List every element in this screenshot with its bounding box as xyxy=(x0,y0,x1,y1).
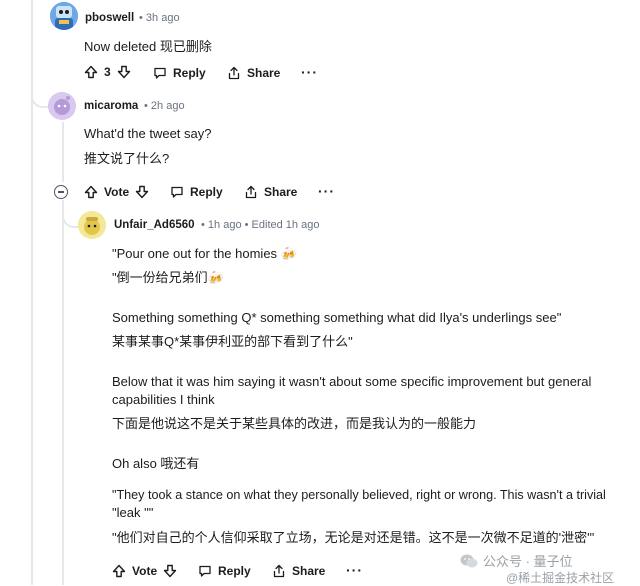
more-options-button[interactable]: ··· xyxy=(346,562,363,578)
juejin-watermark: @稀土掘金技术社区 xyxy=(506,571,615,585)
avatar[interactable] xyxy=(48,92,76,120)
comment-body-line: 推文说了什么? xyxy=(84,151,170,166)
share-label: Share xyxy=(247,66,281,80)
timestamp-text: 1h ago xyxy=(207,219,242,231)
wechat-watermark: 公众号 · 量子位 xyxy=(460,551,573,570)
thread-line-micaroma-lower xyxy=(62,200,64,585)
reply-label: Reply xyxy=(218,564,251,578)
vote-count: 3 xyxy=(104,65,111,79)
reply-button[interactable]: Reply xyxy=(153,66,206,80)
share-icon xyxy=(227,66,241,80)
upvote-icon[interactable] xyxy=(112,564,126,578)
share-icon xyxy=(272,564,286,578)
reply-label: Reply xyxy=(173,66,206,80)
share-button[interactable]: Share xyxy=(272,564,325,578)
share-label: Share xyxy=(292,564,326,578)
share-button[interactable]: Share xyxy=(227,66,280,80)
timestamp-text: 3h ago xyxy=(145,12,180,24)
collapse-thread-button[interactable] xyxy=(54,185,68,199)
comment-bubble-icon xyxy=(153,66,167,80)
vote-label: Vote xyxy=(132,564,158,578)
username[interactable]: micaroma xyxy=(84,100,138,112)
timestamp: • 3h ago xyxy=(139,12,180,24)
avatar[interactable] xyxy=(50,2,78,30)
vote-control: 3 xyxy=(84,65,131,79)
comment-body-line: "倒一份给兄弟们🍻 xyxy=(112,270,224,285)
comment-body-line: capabilities I think xyxy=(112,392,215,407)
vote-label: Vote xyxy=(104,185,130,199)
comment-body-line: Below that it was him saying it wasn't a… xyxy=(112,374,592,389)
edited-text: Edited 1h ago xyxy=(251,219,320,231)
share-button[interactable]: Share xyxy=(244,185,297,199)
share-icon xyxy=(244,185,258,199)
thread-line-micaroma xyxy=(62,122,64,182)
comment-body-line: "leak "" xyxy=(112,505,154,520)
vote-control: Vote xyxy=(84,185,149,199)
comment-body-line: Oh also 哦还有 xyxy=(112,456,200,471)
snoo-avatar-icon xyxy=(48,92,76,120)
downvote-icon[interactable] xyxy=(135,185,149,199)
comment-bubble-icon xyxy=(198,564,212,578)
upvote-icon[interactable] xyxy=(84,65,98,79)
vote-control: Vote xyxy=(112,564,177,578)
upvote-icon[interactable] xyxy=(84,185,98,199)
comment-body-line: What'd the tweet say? xyxy=(84,126,212,141)
username[interactable]: Unfair_Ad6560 xyxy=(114,219,195,231)
comment-body-line: 某事某事Q*某事伊利亚的部下看到了什么" xyxy=(112,334,353,349)
comment-body-line: Something something Q* something somethi… xyxy=(112,310,562,325)
timestamp: • 2h ago xyxy=(144,100,185,112)
avatar[interactable] xyxy=(78,211,106,239)
reply-label: Reply xyxy=(190,185,223,199)
reply-button[interactable]: Reply xyxy=(170,185,223,199)
username[interactable]: pboswell xyxy=(85,12,134,24)
comment-body-line: "Pour one out for the homies 🍻 xyxy=(112,246,297,261)
reply-button[interactable]: Reply xyxy=(198,564,251,578)
timestamp-text: 2h ago xyxy=(150,100,185,112)
comment-body-line: "They took a stance on what they persona… xyxy=(112,488,606,502)
downvote-icon[interactable] xyxy=(117,65,131,79)
more-options-button[interactable]: ··· xyxy=(318,183,335,199)
share-label: Share xyxy=(264,185,298,199)
comment-body: Now deleted 现已删除 xyxy=(84,39,212,54)
comment-body-line: "他们对自己的个人信仰采取了立场，无论是对还是错。这不是一次微不足道的'泄密'" xyxy=(112,530,595,545)
watermark-text: 公众号 · 量子位 xyxy=(483,554,573,569)
snoo-avatar-icon xyxy=(50,2,78,30)
snoo-avatar-icon xyxy=(78,211,106,239)
comment-body-line: 下面是他说这不是关于某些具体的改进，而是我认为的一般能力 xyxy=(112,416,477,431)
downvote-icon[interactable] xyxy=(163,564,177,578)
wechat-icon xyxy=(460,553,478,569)
timestamp: • 1h ago • Edited 1h ago xyxy=(201,219,320,231)
comment-bubble-icon xyxy=(170,185,184,199)
more-options-button[interactable]: ··· xyxy=(301,64,318,80)
